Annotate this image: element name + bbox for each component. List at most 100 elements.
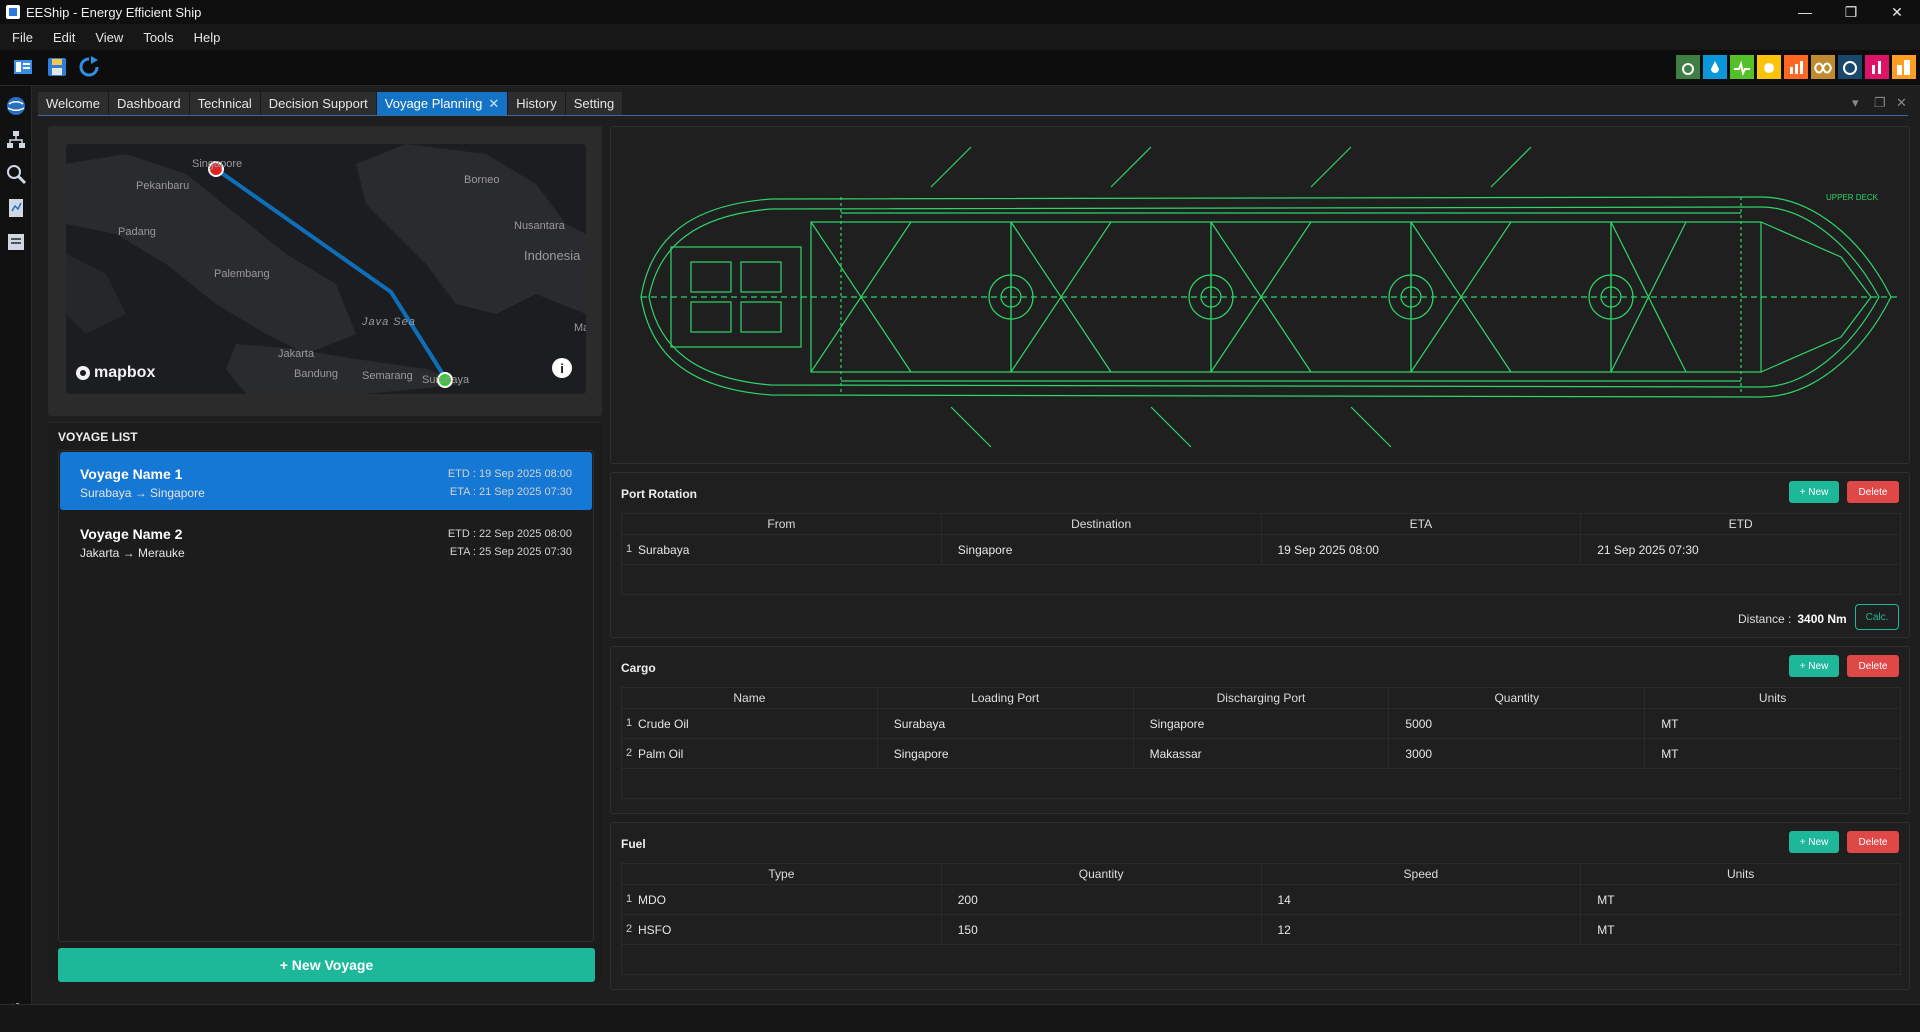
sdg-8-icon[interactable] bbox=[1784, 55, 1808, 79]
column-header[interactable]: Discharging Port bbox=[1132, 688, 1389, 708]
tab-welcome[interactable]: Welcome bbox=[38, 92, 109, 115]
calc-button[interactable]: Calc. bbox=[1855, 604, 1899, 630]
sdg-12-icon[interactable] bbox=[1811, 55, 1835, 79]
menu-file[interactable]: File bbox=[0, 30, 43, 45]
voyage-item-1[interactable]: Voyage Name 1 Surabaya → Singapore ETD :… bbox=[60, 452, 592, 510]
route-map[interactable]: Singapore Pekanbaru Padang Palembang Bor… bbox=[66, 144, 586, 394]
column-header[interactable]: Quantity bbox=[940, 864, 1261, 884]
save-icon[interactable] bbox=[46, 56, 68, 78]
table-cell[interactable]: Crude Oil bbox=[622, 709, 877, 738]
column-header[interactable]: Name bbox=[622, 688, 877, 708]
map-info-icon[interactable]: i bbox=[552, 358, 572, 378]
table-cell[interactable]: Singapore bbox=[940, 535, 1261, 564]
column-header[interactable]: Units bbox=[1580, 864, 1900, 884]
upper-deck-label: UPPER DECK bbox=[1826, 193, 1879, 202]
table-cell[interactable]: MDO bbox=[622, 885, 941, 914]
panel-icon[interactable] bbox=[12, 56, 34, 78]
column-header[interactable]: Quantity bbox=[1388, 688, 1644, 708]
new-voyage-button[interactable]: + New Voyage bbox=[58, 948, 595, 982]
table-cell[interactable]: 5000 bbox=[1388, 709, 1644, 738]
table-cell[interactable]: 14 bbox=[1260, 885, 1581, 914]
sdg-13-icon[interactable] bbox=[1676, 55, 1700, 79]
map-label-ma: Ma bbox=[574, 322, 586, 334]
table-cell[interactable]: MT bbox=[1580, 915, 1900, 944]
port-rotation-panel: Port Rotation + New Delete From Destinat… bbox=[610, 472, 1910, 638]
table-cell[interactable]: MT bbox=[1580, 885, 1900, 914]
sdg-5-icon[interactable] bbox=[1865, 55, 1889, 79]
menu-edit[interactable]: Edit bbox=[43, 30, 85, 45]
column-header[interactable]: Destination bbox=[940, 514, 1261, 534]
tab-voyage-planning[interactable]: Voyage Planning ✕ bbox=[376, 92, 509, 115]
table-cell[interactable]: HSFO bbox=[622, 915, 941, 944]
sdg-3-icon[interactable] bbox=[1730, 55, 1754, 79]
document-icon[interactable] bbox=[2, 228, 30, 256]
sdg-11-icon[interactable] bbox=[1892, 55, 1916, 79]
table-row[interactable]: 1 MDO 200 14 MT bbox=[622, 884, 1900, 914]
table-row[interactable]: 2 Palm Oil Singapore Makassar 3000 MT bbox=[622, 738, 1900, 768]
voyage-name: Voyage Name 1 bbox=[80, 466, 183, 482]
table-cell[interactable]: 200 bbox=[940, 885, 1261, 914]
table-cell[interactable]: 150 bbox=[940, 915, 1261, 944]
fuel-delete-button[interactable]: Delete bbox=[1847, 831, 1899, 853]
sdg-16-icon[interactable] bbox=[1838, 55, 1862, 79]
table-header: From Destination ETA ETD bbox=[622, 514, 1900, 534]
table-cell[interactable]: MT bbox=[1644, 739, 1900, 768]
close-icon[interactable]: ✕ bbox=[1874, 0, 1920, 24]
column-header[interactable]: From bbox=[622, 514, 941, 534]
refresh-icon[interactable] bbox=[78, 56, 100, 78]
voyage-item-2[interactable]: Voyage Name 2 Jakarta → Merauke ETD : 22… bbox=[60, 512, 592, 570]
table-cell[interactable]: 12 bbox=[1260, 915, 1581, 944]
table-cell[interactable]: 19 Sep 2025 08:00 bbox=[1260, 535, 1581, 564]
tab-setting[interactable]: Setting bbox=[565, 92, 624, 115]
table-row[interactable]: 1 Surabaya Singapore 19 Sep 2025 08:00 2… bbox=[622, 534, 1900, 564]
table-row[interactable]: 1 Crude Oil Surabaya Singapore 5000 MT bbox=[622, 708, 1900, 738]
tab-list-icon[interactable]: ▾ bbox=[1852, 95, 1859, 111]
activity-bar bbox=[0, 86, 32, 1032]
menu-help[interactable]: Help bbox=[184, 30, 231, 45]
column-header[interactable]: Speed bbox=[1260, 864, 1581, 884]
table-cell[interactable]: Singapore bbox=[876, 739, 1133, 768]
fuel-table: Type Quantity Speed Units 1 MDO 200 14 M… bbox=[621, 863, 1901, 975]
tab-panel-close-icon[interactable]: ✕ bbox=[1896, 95, 1907, 111]
table-cell[interactable]: Palm Oil bbox=[622, 739, 877, 768]
table-empty-row bbox=[622, 944, 1900, 974]
port-rotation-new-button[interactable]: + New bbox=[1789, 481, 1839, 503]
sdg-7-icon[interactable] bbox=[1757, 55, 1781, 79]
table-cell[interactable]: Singapore bbox=[1132, 709, 1389, 738]
restore-icon[interactable]: ❐ bbox=[1828, 0, 1874, 24]
report-icon[interactable] bbox=[2, 194, 30, 222]
cargo-new-button[interactable]: + New bbox=[1789, 655, 1839, 677]
tab-dashboard[interactable]: Dashboard bbox=[108, 92, 190, 115]
column-header[interactable]: Type bbox=[622, 864, 941, 884]
table-cell[interactable]: Makassar bbox=[1132, 739, 1389, 768]
table-row[interactable]: 2 HSFO 150 12 MT bbox=[622, 914, 1900, 944]
cargo-delete-button[interactable]: Delete bbox=[1847, 655, 1899, 677]
hierarchy-icon[interactable] bbox=[2, 126, 30, 154]
tab-technical[interactable]: Technical bbox=[189, 92, 261, 115]
tab-history[interactable]: History bbox=[508, 92, 566, 115]
table-cell[interactable]: Surabaya bbox=[876, 709, 1133, 738]
globe-icon[interactable] bbox=[2, 92, 30, 120]
search-icon[interactable] bbox=[2, 160, 30, 188]
mapbox-logo: mapbox bbox=[76, 364, 155, 382]
tab-close-icon[interactable]: ✕ bbox=[488, 96, 499, 111]
table-cell[interactable]: 21 Sep 2025 07:30 bbox=[1580, 535, 1900, 564]
column-header[interactable]: ETD bbox=[1580, 514, 1900, 534]
minimize-icon[interactable]: — bbox=[1782, 0, 1828, 24]
voyage-eta: ETA : 21 Sep 2025 07:30 bbox=[449, 486, 572, 498]
column-header[interactable]: Units bbox=[1644, 688, 1900, 708]
column-header[interactable]: Loading Port bbox=[876, 688, 1133, 708]
tab-decision-support[interactable]: Decision Support bbox=[260, 92, 377, 115]
tab-float-icon[interactable]: ❐ bbox=[1874, 95, 1886, 111]
ship-drawing-panel: UPPER DECK bbox=[610, 126, 1910, 464]
table-cell[interactable]: MT bbox=[1644, 709, 1900, 738]
fuel-new-button[interactable]: + New bbox=[1789, 831, 1839, 853]
sdg-6-icon[interactable] bbox=[1703, 55, 1727, 79]
window-title: EEShip - Energy Efficient Ship bbox=[26, 4, 202, 20]
menu-view[interactable]: View bbox=[85, 30, 133, 45]
table-cell[interactable]: Surabaya bbox=[622, 535, 941, 564]
port-rotation-delete-button[interactable]: Delete bbox=[1847, 481, 1899, 503]
menu-tools[interactable]: Tools bbox=[133, 30, 183, 45]
column-header[interactable]: ETA bbox=[1260, 514, 1581, 534]
table-cell[interactable]: 3000 bbox=[1388, 739, 1644, 768]
